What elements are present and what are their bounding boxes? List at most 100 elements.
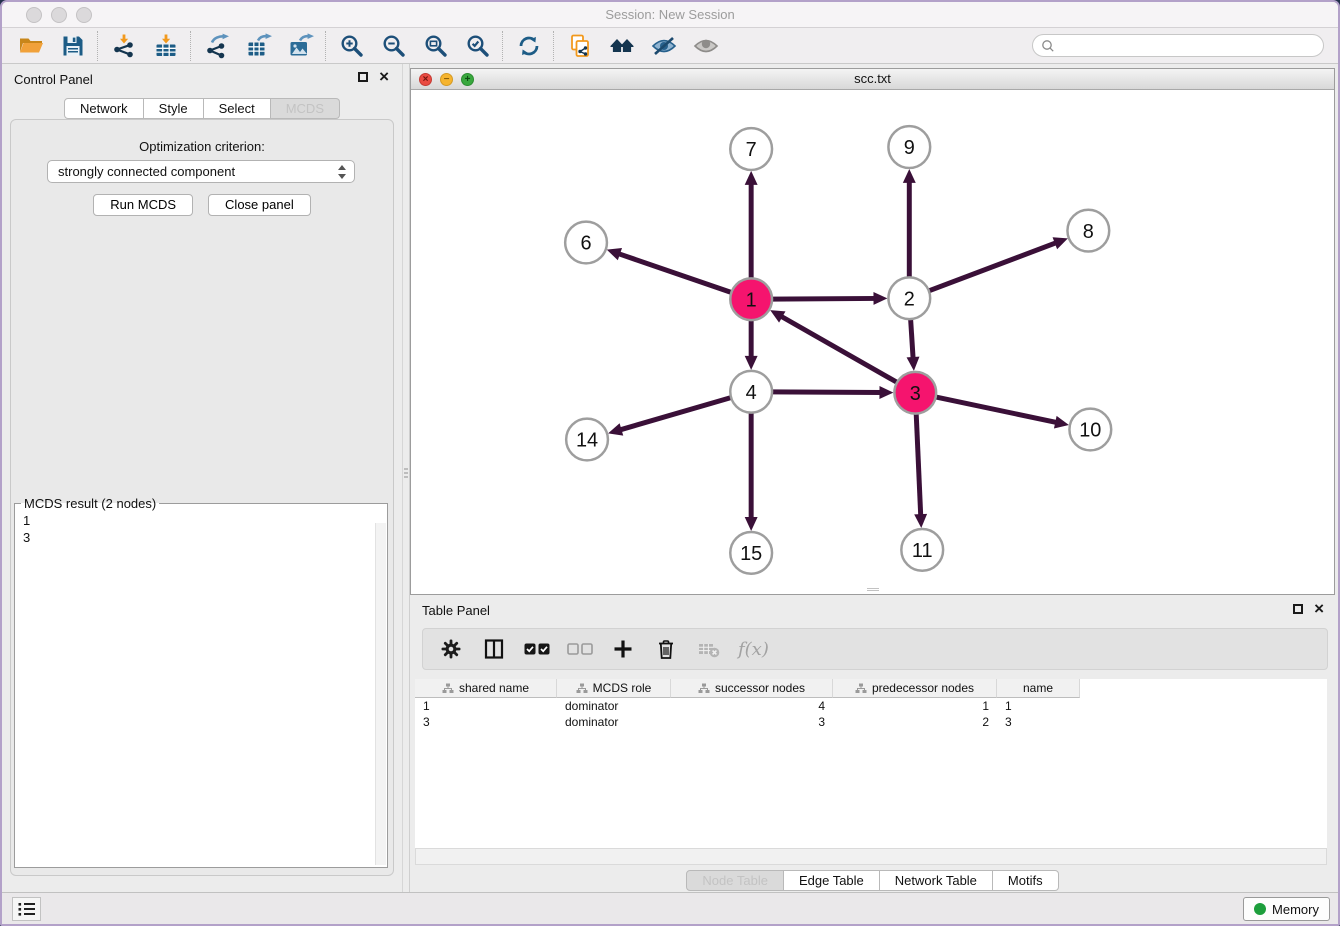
control-panel-tabs: Network Style Select MCDS (2, 98, 402, 119)
refresh-view-icon[interactable] (508, 30, 550, 62)
tab-network-table[interactable]: Network Table (880, 870, 993, 891)
tab-network[interactable]: Network (64, 98, 144, 119)
column-sort-icon (576, 683, 588, 694)
graph-node-label: 7 (746, 139, 757, 161)
table-cell[interactable]: 1 (997, 698, 1080, 714)
optimization-criterion-label: Optimization criterion: (11, 139, 393, 154)
table-cell[interactable]: 3 (671, 714, 833, 730)
import-network-icon[interactable] (103, 30, 145, 62)
criterion-value: strongly connected component (58, 164, 235, 179)
table-cell[interactable]: dominator (557, 714, 671, 730)
memory-status-icon (1254, 903, 1266, 915)
network-window-titlebar[interactable]: × − + scc.txt (411, 69, 1334, 90)
float-table-panel-icon[interactable] (1293, 604, 1303, 614)
graph-node-label: 11 (912, 540, 933, 562)
tab-motifs[interactable]: Motifs (993, 870, 1059, 891)
panel-splitter[interactable] (402, 64, 410, 892)
table-horizontal-scrollbar[interactable] (415, 848, 1327, 865)
column-header-label: MCDS role (593, 681, 652, 695)
toolbar-separator (97, 31, 100, 61)
graph-node-label: 2 (904, 288, 915, 310)
column-sort-icon (442, 683, 454, 694)
memory-label: Memory (1272, 902, 1319, 917)
table-cell[interactable]: 1 (833, 698, 997, 714)
home-layout-icon[interactable] (601, 30, 643, 62)
table-row[interactable]: 3dominator323 (415, 714, 1327, 730)
zoom-selected-icon[interactable] (457, 30, 499, 62)
network-view-window: × − + scc.txt 7968124314101511 (410, 68, 1335, 595)
canvas-resize-grip-icon[interactable] (867, 587, 879, 592)
select-all-checked-icon[interactable] (523, 635, 551, 663)
network-close-icon[interactable]: × (419, 73, 432, 86)
export-network-icon[interactable] (196, 30, 238, 62)
table-cell[interactable]: 1 (415, 698, 557, 714)
graph-node-label: 10 (1079, 420, 1101, 442)
float-panel-icon[interactable] (358, 72, 368, 82)
column-header-label: name (1023, 681, 1053, 695)
close-panel-icon[interactable]: × (379, 70, 389, 84)
column-header-name[interactable]: name (997, 679, 1080, 698)
graph-node-label: 4 (746, 382, 757, 404)
delete-column-icon[interactable] (652, 635, 680, 663)
hide-selected-icon[interactable] (643, 30, 685, 62)
add-column-icon[interactable] (609, 635, 637, 663)
settings-gear-icon[interactable] (437, 635, 465, 663)
network-maximize-icon[interactable]: + (461, 73, 474, 86)
memory-button[interactable]: Memory (1243, 897, 1330, 921)
graph-node-label: 3 (910, 383, 921, 405)
show-columns-icon[interactable] (480, 635, 508, 663)
result-scrollbar[interactable] (375, 523, 386, 865)
table-cell[interactable]: 3 (415, 714, 557, 730)
splitter-grip-icon (404, 466, 408, 480)
zoom-in-icon[interactable] (331, 30, 373, 62)
window-minimize-button[interactable] (51, 7, 67, 23)
zoom-fit-icon[interactable] (415, 30, 457, 62)
tab-node-table[interactable]: Node Table (686, 870, 784, 891)
search-field[interactable] (1032, 34, 1324, 57)
graph-node-label: 6 (581, 233, 592, 255)
window-maximize-button[interactable] (76, 7, 92, 23)
open-session-icon[interactable] (10, 30, 52, 62)
tab-style[interactable]: Style (144, 98, 204, 119)
close-panel-button[interactable]: Close panel (208, 194, 311, 216)
close-table-panel-icon[interactable]: × (1314, 602, 1324, 616)
criterion-select[interactable]: strongly connected component (47, 160, 355, 183)
search-icon (1041, 39, 1055, 53)
toolbar-separator (190, 31, 193, 61)
column-header-predecessor-nodes[interactable]: predecessor nodes (833, 679, 997, 698)
show-all-icon[interactable] (685, 30, 727, 62)
mcds-result-title: MCDS result (2 nodes) (21, 496, 159, 511)
column-sort-icon (698, 683, 710, 694)
table-cell[interactable]: 4 (671, 698, 833, 714)
column-header-shared-name[interactable]: shared name (415, 679, 557, 698)
export-image-icon[interactable] (280, 30, 322, 62)
column-header-MCDS-role[interactable]: MCDS role (557, 679, 671, 698)
export-table-icon[interactable] (238, 30, 280, 62)
task-history-button[interactable] (12, 897, 41, 921)
column-header-successor-nodes[interactable]: successor nodes (671, 679, 833, 698)
zoom-out-icon[interactable] (373, 30, 415, 62)
run-mcds-button[interactable]: Run MCDS (93, 194, 193, 216)
save-session-icon[interactable] (52, 30, 94, 62)
graph-node-label: 14 (576, 430, 598, 452)
network-graph: 7968124314101511 (411, 90, 1334, 594)
network-minimize-icon[interactable]: − (440, 73, 453, 86)
table-cell[interactable]: dominator (557, 698, 671, 714)
app-titlebar: Session: New Session (2, 2, 1338, 28)
tab-select[interactable]: Select (204, 98, 271, 119)
window-close-button[interactable] (26, 7, 42, 23)
node-table: shared name MCDS role successor nodes prede… (415, 679, 1327, 848)
table-cell[interactable]: 2 (833, 714, 997, 730)
table-cell[interactable]: 3 (997, 714, 1080, 730)
network-canvas[interactable]: 7968124314101511 (411, 90, 1334, 594)
column-header-label: shared name (459, 681, 529, 695)
search-input[interactable] (1060, 38, 1315, 53)
tab-edge-table[interactable]: Edge Table (784, 870, 880, 891)
control-panel-title: Control Panel (14, 72, 93, 87)
column-header-label: successor nodes (715, 681, 805, 695)
deselect-all-icon[interactable] (566, 635, 594, 663)
import-table-icon[interactable] (145, 30, 187, 62)
table-row[interactable]: 1dominator411 (415, 698, 1327, 714)
new-network-from-selection-icon[interactable] (559, 30, 601, 62)
tab-mcds[interactable]: MCDS (271, 98, 340, 119)
